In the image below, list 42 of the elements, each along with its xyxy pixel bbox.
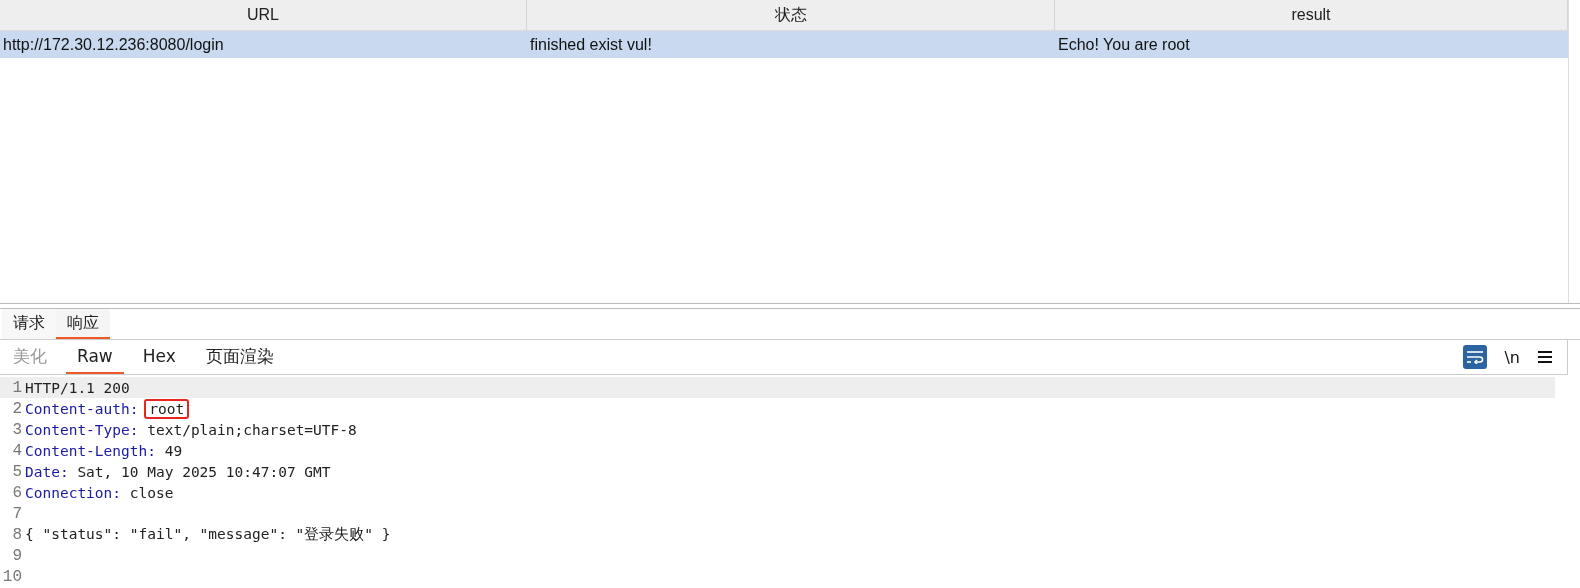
tab[interactable]: 请求 (2, 309, 56, 339)
header-name: Date (25, 463, 60, 480)
wrap-icon (1466, 350, 1485, 364)
newline-toggle[interactable]: \n (1501, 345, 1523, 369)
separator: : (129, 421, 139, 438)
highlighted-value: root (144, 398, 190, 419)
header-name: Connection (25, 484, 113, 501)
line-number: 9 (11, 546, 23, 565)
line-number: 3 (11, 420, 23, 439)
code-text: 49 (164, 442, 183, 459)
table-cell: http://172.30.12.236:8080/login (0, 31, 527, 58)
view-tab[interactable]: Raw (66, 340, 124, 374)
line-number: 8 (11, 525, 23, 544)
line-number: 10 (1, 567, 23, 586)
code-text: text/plain;charset=UTF-8 (147, 421, 357, 438)
table-cell: finished exist vul! (527, 31, 1055, 58)
line-number: 2 (11, 399, 23, 418)
table-cell: Echo! You are root (1055, 31, 1568, 58)
column-header[interactable]: result (1055, 0, 1568, 31)
wrap-toggle[interactable] (1463, 345, 1488, 369)
line-number: 1 (11, 378, 23, 397)
code-text: Sat, 10 May 2025 10:47:07 GMT (77, 463, 331, 480)
tab[interactable]: 响应 (56, 309, 110, 339)
line-number: 4 (11, 441, 23, 460)
code-text: close (129, 484, 174, 501)
menu-icon[interactable] (1537, 350, 1553, 364)
column-header[interactable]: 状态 (527, 0, 1055, 31)
code-text: HTTP/1.1 200 (25, 379, 130, 396)
separator: : (147, 442, 156, 459)
header-name: Content-auth (25, 400, 130, 417)
column-header[interactable]: URL (0, 0, 527, 31)
view-tab[interactable]: 页面渲染 (194, 340, 285, 374)
code-text: { "status": "fail", "message": "登录失败" } (25, 525, 391, 544)
separator: : (112, 484, 122, 501)
view-tab[interactable]: Hex (131, 340, 187, 374)
separator: : (129, 400, 139, 417)
line-number: 6 (11, 483, 23, 502)
line-number: 5 (11, 462, 23, 481)
line-number: 7 (11, 504, 23, 523)
header-name: Content-Type (25, 421, 130, 438)
header-name: Content-Length (25, 442, 148, 459)
separator: : (59, 463, 69, 480)
